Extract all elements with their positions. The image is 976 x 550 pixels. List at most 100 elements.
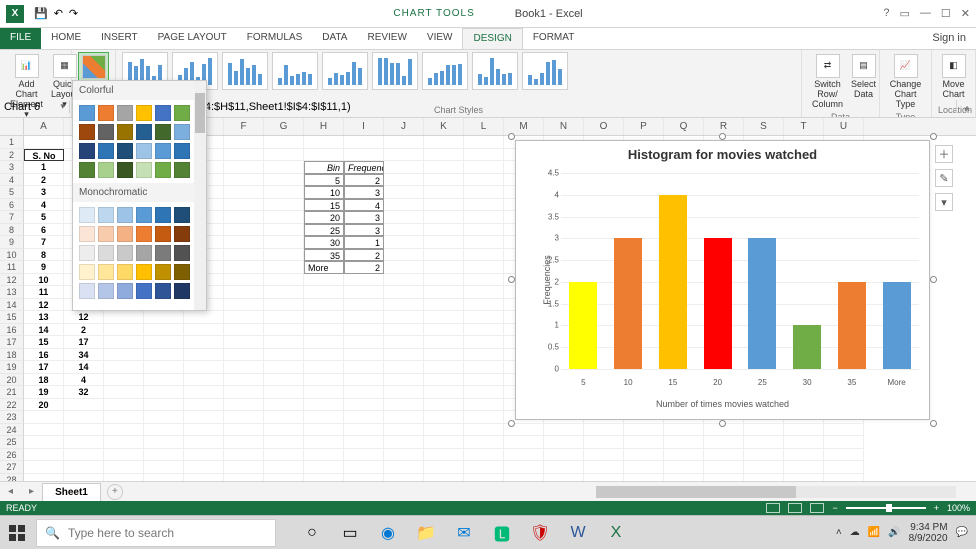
row-header[interactable]: 17 [0, 336, 24, 349]
column-header[interactable]: S [744, 118, 784, 135]
cell[interactable]: Frequency [344, 161, 384, 174]
view-normal-button[interactable] [766, 503, 780, 513]
color-swatch[interactable] [79, 105, 95, 121]
ribbon-options-icon[interactable]: ▭ [900, 7, 910, 20]
cell[interactable] [264, 261, 304, 274]
cell[interactable]: 1 [344, 236, 384, 249]
cell[interactable] [464, 324, 504, 337]
cell[interactable] [304, 386, 344, 399]
row-header[interactable]: 5 [0, 186, 24, 199]
cell[interactable] [264, 449, 304, 462]
cell[interactable] [464, 311, 504, 324]
cell[interactable] [344, 336, 384, 349]
chart-style-thumb[interactable] [522, 52, 568, 90]
view-page-break-button[interactable] [810, 503, 824, 513]
cell[interactable] [384, 224, 424, 237]
cell[interactable] [264, 436, 304, 449]
cortana-icon[interactable]: ○ [296, 519, 328, 547]
cell[interactable] [384, 161, 424, 174]
cell[interactable] [384, 349, 424, 362]
cell[interactable] [104, 424, 144, 437]
cell[interactable] [304, 436, 344, 449]
cell[interactable] [144, 411, 184, 424]
cell[interactable] [344, 374, 384, 387]
cell[interactable] [144, 386, 184, 399]
color-swatch[interactable] [136, 264, 152, 280]
cell[interactable]: 17 [64, 336, 104, 349]
cell[interactable] [464, 424, 504, 437]
cell[interactable] [664, 461, 704, 474]
color-swatch[interactable] [117, 245, 133, 261]
chart-style-thumb[interactable] [422, 52, 468, 90]
cell[interactable] [344, 461, 384, 474]
cell[interactable] [424, 261, 464, 274]
cell[interactable] [304, 299, 344, 312]
cell[interactable] [464, 236, 504, 249]
cell[interactable] [104, 461, 144, 474]
cell[interactable]: 16 [24, 349, 64, 362]
row-header[interactable]: 8 [0, 224, 24, 237]
cell[interactable] [464, 149, 504, 162]
app-icon-2[interactable]: 🛡 [524, 519, 556, 547]
tab-review[interactable]: REVIEW [357, 28, 416, 49]
cell[interactable]: 2 [344, 261, 384, 274]
tab-formulas[interactable]: FORMULAS [237, 28, 313, 49]
row-header[interactable]: 16 [0, 324, 24, 337]
cell[interactable] [464, 186, 504, 199]
cell[interactable] [144, 461, 184, 474]
color-swatch[interactable] [98, 207, 114, 223]
cell[interactable] [424, 174, 464, 187]
app-icon-1[interactable]: 🅻 [486, 519, 518, 547]
cell[interactable]: 18 [24, 374, 64, 387]
color-swatch[interactable] [174, 143, 190, 159]
color-swatch[interactable] [136, 143, 152, 159]
move-chart-button[interactable]: ◧ Move Chart [938, 52, 969, 102]
cell[interactable] [304, 324, 344, 337]
cell[interactable] [104, 349, 144, 362]
cell[interactable]: 14 [24, 324, 64, 337]
cell[interactable] [144, 336, 184, 349]
cell[interactable] [144, 424, 184, 437]
cell[interactable] [344, 386, 384, 399]
cell[interactable] [264, 186, 304, 199]
cell[interactable] [704, 436, 744, 449]
cell[interactable] [464, 161, 504, 174]
chart-styles-gallery[interactable] [122, 52, 795, 90]
color-swatch[interactable] [98, 226, 114, 242]
cell[interactable] [384, 449, 424, 462]
color-swatch[interactable] [117, 105, 133, 121]
cell[interactable] [384, 274, 424, 287]
cell[interactable] [424, 449, 464, 462]
name-box-dropdown-icon[interactable]: ▾ [60, 101, 65, 112]
cell[interactable] [264, 324, 304, 337]
cell[interactable] [224, 461, 264, 474]
expand-formula-bar-icon[interactable]: ⌄ [956, 100, 976, 113]
cell[interactable] [184, 436, 224, 449]
color-swatch[interactable] [79, 283, 95, 299]
cell[interactable] [24, 136, 64, 149]
cell[interactable] [704, 461, 744, 474]
chart-filters-button[interactable]: ▾ [935, 193, 953, 211]
cell[interactable] [144, 324, 184, 337]
row-header[interactable]: 3 [0, 161, 24, 174]
color-swatch[interactable] [174, 124, 190, 140]
cell[interactable]: 5 [24, 211, 64, 224]
cell[interactable] [464, 136, 504, 149]
cell[interactable] [224, 411, 264, 424]
cell[interactable] [264, 474, 304, 482]
color-swatch[interactable] [174, 283, 190, 299]
cell[interactable] [64, 424, 104, 437]
cell[interactable] [224, 286, 264, 299]
cell[interactable]: 10 [24, 274, 64, 287]
cell[interactable]: 8 [24, 249, 64, 262]
cell[interactable] [464, 261, 504, 274]
cell[interactable] [624, 436, 664, 449]
cell[interactable] [264, 149, 304, 162]
cell[interactable] [224, 274, 264, 287]
cell[interactable] [224, 361, 264, 374]
cell[interactable] [24, 449, 64, 462]
row-header[interactable]: 28 [0, 474, 24, 482]
chart-style-thumb[interactable] [472, 52, 518, 90]
cell[interactable] [224, 374, 264, 387]
cell[interactable] [464, 174, 504, 187]
